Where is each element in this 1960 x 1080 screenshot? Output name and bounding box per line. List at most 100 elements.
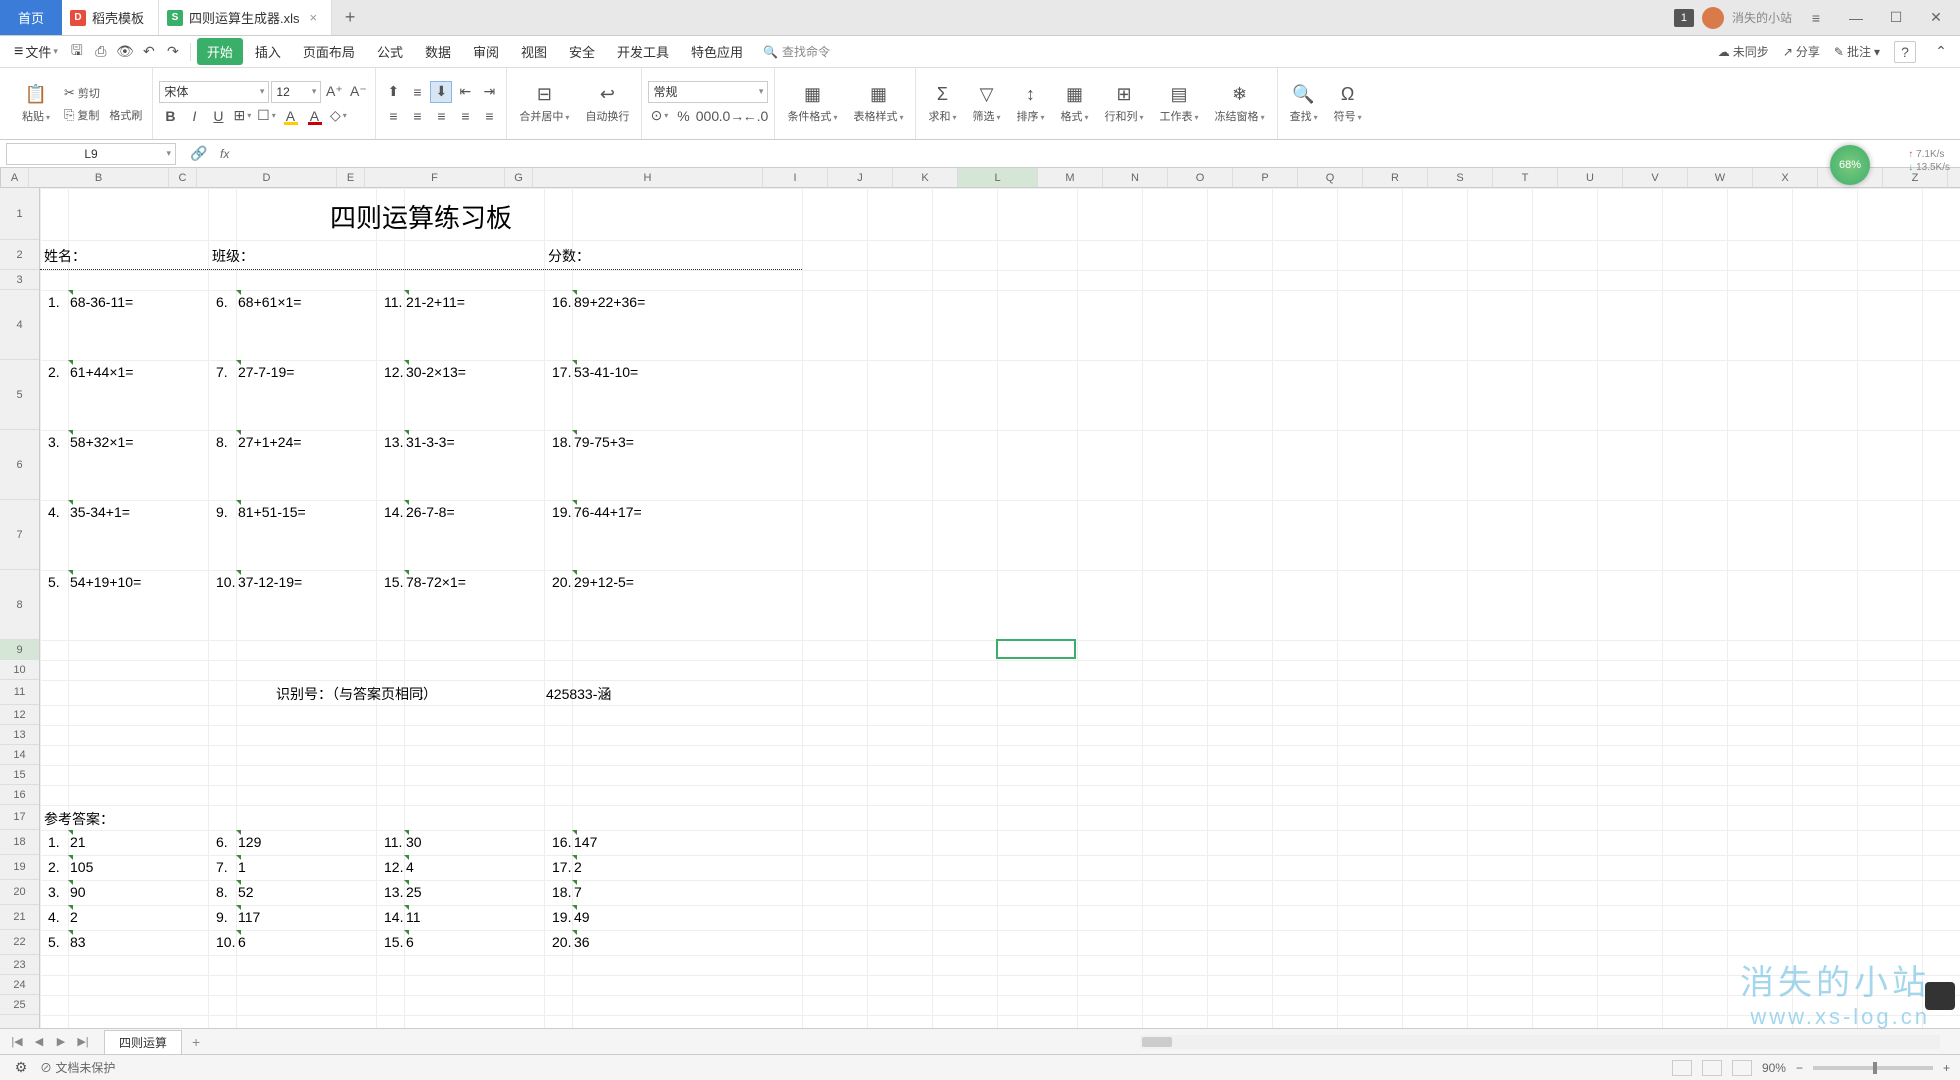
save-icon[interactable]: 🖫 [66, 41, 88, 63]
close-button[interactable]: ✕ [1920, 4, 1952, 32]
tab-review[interactable]: 审阅 [463, 38, 509, 65]
wrap-text-button[interactable]: ↩自动换行 [579, 82, 635, 126]
formula-input[interactable] [239, 143, 1960, 165]
print-icon[interactable]: ⎙ [90, 41, 112, 63]
distribute-icon[interactable]: ≡ [478, 105, 500, 127]
sheet-tab[interactable]: 四则运算 [104, 1030, 182, 1054]
avatar[interactable] [1702, 7, 1724, 29]
maximize-button[interactable]: ☐ [1880, 4, 1912, 32]
col-header-I[interactable]: I [763, 168, 828, 187]
font-name-select[interactable]: 宋体▾ [159, 81, 269, 103]
tab-security[interactable]: 安全 [559, 38, 605, 65]
sum-button[interactable]: Σ求和 [922, 82, 962, 126]
symbol-button[interactable]: Ω符号 [1328, 82, 1368, 126]
align-right-icon[interactable]: ≡ [430, 105, 452, 127]
valign-middle-icon[interactable]: ≡ [406, 81, 428, 103]
worksheet-button[interactable]: ▤工作表 [1154, 82, 1205, 126]
row-header-16[interactable]: 16 [0, 785, 39, 805]
row-col-button[interactable]: ⊞行和列 [1099, 82, 1150, 126]
chat-bubble-icon[interactable] [1925, 982, 1955, 1010]
home-tab[interactable]: 首页 [0, 0, 62, 35]
row-header-15[interactable]: 15 [0, 765, 39, 785]
row-header-10[interactable]: 10 [0, 660, 39, 680]
col-header-V[interactable]: V [1623, 168, 1688, 187]
row-header-13[interactable]: 13 [0, 725, 39, 745]
row-header-7[interactable]: 7 [0, 500, 39, 570]
command-search[interactable]: 🔍 查找命令 [763, 43, 830, 60]
row-header-19[interactable]: 19 [0, 855, 39, 880]
font-color-icon[interactable]: A [303, 105, 325, 127]
col-header-M[interactable]: M [1038, 168, 1103, 187]
menu-icon[interactable]: ≡ [1800, 4, 1832, 32]
find-button[interactable]: 🔍查找 [1284, 82, 1324, 126]
horizontal-scrollbar[interactable] [1140, 1035, 1940, 1049]
col-header-O[interactable]: O [1168, 168, 1233, 187]
paste-button[interactable]: 📋粘贴 [16, 82, 56, 126]
row-header-6[interactable]: 6 [0, 430, 39, 500]
merge-center-button[interactable]: ⊟合并居中 [513, 82, 575, 126]
row-header-14[interactable]: 14 [0, 745, 39, 765]
tab-view[interactable]: 视图 [511, 38, 557, 65]
freeze-button[interactable]: ❄冻结窗格 [1209, 82, 1271, 126]
col-header-Q[interactable]: Q [1298, 168, 1363, 187]
tab-insert[interactable]: 插入 [245, 38, 291, 65]
template-tab[interactable]: D 稻壳模板 [62, 0, 159, 35]
indent-increase-icon[interactable]: ⇥ [478, 81, 500, 103]
font-size-select[interactable]: 12▾ [271, 81, 321, 103]
row-header-23[interactable]: 23 [0, 955, 39, 975]
reading-view-icon[interactable] [1732, 1060, 1752, 1076]
conditional-format-button[interactable]: ▦条件格式 [781, 82, 843, 126]
row-header-5[interactable]: 5 [0, 360, 39, 430]
tab-devtools[interactable]: 开发工具 [607, 38, 679, 65]
align-left-icon[interactable]: ≡ [382, 105, 404, 127]
tab-data[interactable]: 数据 [415, 38, 461, 65]
col-header-N[interactable]: N [1103, 168, 1168, 187]
underline-icon[interactable]: U [207, 105, 229, 127]
settings-icon[interactable]: ⚙ [10, 1057, 32, 1079]
bold-icon[interactable]: B [159, 105, 181, 127]
filter-button[interactable]: ▽筛选 [966, 82, 1006, 126]
page-view-icon[interactable] [1702, 1060, 1722, 1076]
row-header-4[interactable]: 4 [0, 290, 39, 360]
row-header-8[interactable]: 8 [0, 570, 39, 640]
help-icon[interactable]: ? [1894, 41, 1916, 63]
border-icon[interactable]: ⊞ [231, 105, 253, 127]
tab-layout[interactable]: 页面布局 [293, 38, 365, 65]
format-button[interactable]: ▦格式 [1055, 82, 1095, 126]
col-header-E[interactable]: E [337, 168, 365, 187]
col-header-W[interactable]: W [1688, 168, 1753, 187]
row-header-12[interactable]: 12 [0, 705, 39, 725]
col-header-F[interactable]: F [365, 168, 505, 187]
percent-icon[interactable]: % [672, 105, 694, 127]
zoom-in-button[interactable]: + [1943, 1061, 1950, 1075]
row-header-24[interactable]: 24 [0, 975, 39, 995]
valign-top-icon[interactable]: ⬆ [382, 81, 404, 103]
row-header-22[interactable]: 22 [0, 930, 39, 955]
redo-icon[interactable]: ↷ [162, 41, 184, 63]
clear-format-icon[interactable]: ◇ [327, 105, 349, 127]
link-icon[interactable]: 🔗 [188, 143, 210, 165]
name-box[interactable]: L9▾ [6, 143, 176, 165]
comma-icon[interactable]: 000 [696, 105, 718, 127]
col-header-P[interactable]: P [1233, 168, 1298, 187]
row-header-2[interactable]: 2 [0, 240, 39, 270]
tab-special[interactable]: 特色应用 [681, 38, 753, 65]
row-header-25[interactable]: 25 [0, 995, 39, 1015]
col-header-S[interactable]: S [1428, 168, 1493, 187]
number-format-select[interactable]: 常规▾ [648, 81, 768, 103]
comment-button[interactable]: ✎批注▾ [1834, 43, 1880, 60]
justify-icon[interactable]: ≡ [454, 105, 476, 127]
normal-view-icon[interactable] [1672, 1060, 1692, 1076]
format-painter-button[interactable]: 格式刷 [105, 105, 146, 125]
align-center-icon[interactable]: ≡ [406, 105, 428, 127]
file-menu[interactable]: 文件▾ [8, 42, 64, 61]
fill-color-icon[interactable]: A [279, 105, 301, 127]
float-percent-badge[interactable]: 68% [1830, 145, 1870, 185]
italic-icon[interactable]: I [183, 105, 205, 127]
copy-button[interactable]: ⎘复制 [60, 105, 103, 125]
minimize-button[interactable]: — [1840, 4, 1872, 32]
cell-style-icon[interactable]: ☐ [255, 105, 277, 127]
col-header-T[interactable]: T [1493, 168, 1558, 187]
row-header-21[interactable]: 21 [0, 905, 39, 930]
share-button[interactable]: ↗分享 [1783, 43, 1820, 60]
